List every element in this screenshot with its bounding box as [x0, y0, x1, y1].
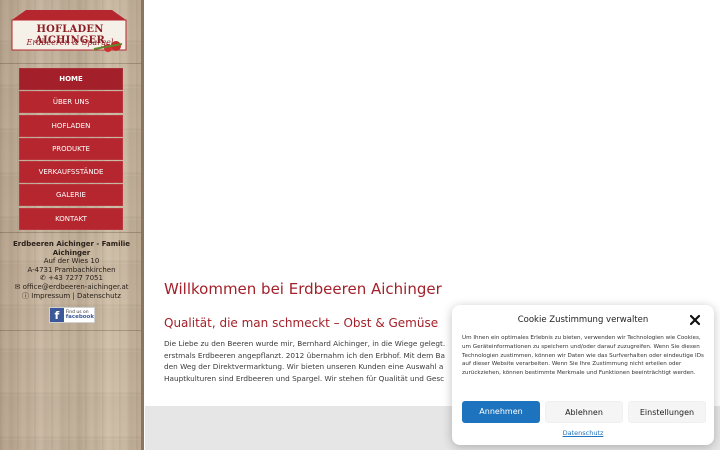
- phone-number[interactable]: ✆ +43 7277 7051: [6, 274, 137, 283]
- intro-paragraph: Die Liebe zu den Beeren wurde mir, Bernh…: [164, 338, 464, 384]
- facebook-big-text: facebook: [65, 314, 94, 320]
- nav-item-verkaufsstaende[interactable]: VERKAUFSSTÄNDE: [19, 161, 123, 184]
- nav-item-home[interactable]: HOME: [19, 68, 123, 90]
- wood-seam: [0, 330, 143, 331]
- intro-line: den Weg der Direktvermarktung. Wir biete…: [164, 362, 444, 371]
- wood-seam: [0, 232, 143, 233]
- page-subtitle: Qualität, die man schmeckt – Obst & Gemü…: [164, 316, 439, 330]
- accept-button[interactable]: Annehmen: [462, 401, 540, 423]
- settings-button[interactable]: Einstellungen: [628, 401, 706, 423]
- privacy-link[interactable]: Datenschutz: [452, 429, 714, 437]
- email-address[interactable]: ✉ office@erdbeeren-aichinger.at: [6, 283, 137, 292]
- address-city: A-4731 Prambachkirchen: [27, 265, 116, 274]
- nav-item-produkte[interactable]: PRODUKTE: [19, 137, 123, 160]
- site-logo[interactable]: HOFLADEN AICHINGER Erdbeeren & Spargel: [10, 8, 128, 54]
- info-icon: ⓘ: [22, 291, 30, 300]
- intro-line: Hauptkulturen sind Erdbeeren und Spargel…: [164, 373, 445, 383]
- logo-subtitle: Erdbeeren & Spargel: [26, 38, 114, 47]
- cookie-consent-dialog: Cookie Zustimmung verwalten Um Ihnen ein…: [452, 305, 714, 445]
- address-street: Auf der Wies 10: [43, 257, 100, 266]
- nav-item-ueber-uns[interactable]: ÜBER UNS: [19, 91, 123, 114]
- company-name: Erdbeeren Aichinger - Familie Aichinger: [12, 240, 131, 257]
- nav-item-galerie[interactable]: GALERIE: [19, 184, 123, 207]
- intro-line: erstmals Erdbeeren angepflanzt. 2012 übe…: [164, 350, 445, 360]
- main-navigation: HOME ÜBER UNS HOFLADEN PRODUKTE VERKAUFS…: [19, 68, 123, 231]
- page-title: Willkommen bei Erdbeeren Aichinger: [164, 280, 442, 298]
- facebook-icon: f: [50, 308, 64, 322]
- wood-seam: [0, 63, 143, 64]
- legal-links-text: Impressum | Datenschutz: [29, 291, 121, 300]
- legal-links[interactable]: ⓘ Impressum | Datenschutz: [6, 292, 137, 301]
- nav-item-hofladen[interactable]: HOFLADEN: [19, 114, 123, 137]
- facebook-badge[interactable]: f Find us on facebook: [49, 307, 95, 323]
- facebook-badge-text: Find us on facebook: [66, 310, 94, 320]
- phone-text: +43 7277 7051: [45, 274, 103, 283]
- deny-button[interactable]: Ablehnen: [545, 401, 623, 423]
- cookie-title: Cookie Zustimmung verwalten: [517, 315, 649, 325]
- nav-item-kontakt[interactable]: KONTAKT: [19, 207, 123, 230]
- close-icon[interactable]: [688, 313, 702, 327]
- cookie-description: Um Ihnen ein optimales Erlebnis zu biete…: [462, 335, 704, 377]
- intro-line: Die Liebe zu den Beeren wurde mir, Bernh…: [164, 339, 446, 348]
- email-text: office@erdbeeren-aichinger.at: [20, 282, 129, 291]
- sidebar-edge: [141, 0, 144, 450]
- contact-info: Erdbeeren Aichinger - Familie Aichinger …: [6, 240, 137, 300]
